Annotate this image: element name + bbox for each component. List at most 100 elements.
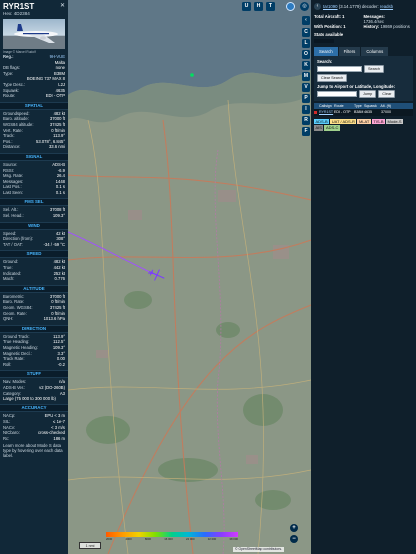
wind-label[interactable]: TAT / OAT: xyxy=(3,242,23,248)
section-spatial-header[interactable]: SPATIAL xyxy=(0,101,68,110)
search-label: Search: xyxy=(317,59,333,64)
map-button-l[interactable]: L xyxy=(302,39,310,48)
tar1090-link[interactable]: tar1090 xyxy=(323,4,338,9)
legend-uat-ads-r[interactable]: UAT / ADS-R xyxy=(330,118,357,124)
aircraft-icon[interactable] xyxy=(148,266,166,284)
legend-mlat[interactable]: MLAT xyxy=(357,118,371,124)
section-fms-header[interactable]: FMS SEL xyxy=(0,198,68,207)
legend-mode-s[interactable]: Mode-S xyxy=(386,118,404,124)
map-button-v[interactable]: V xyxy=(302,83,310,92)
altitude-tick: 32 000 xyxy=(207,537,217,541)
speed-row: Mach: 0.776 xyxy=(0,276,68,282)
legend-ads-b[interactable]: ADS-B xyxy=(314,118,330,124)
section-direction-rows: Ground Track: 113.9° True Heading: 112.5° Ma… xyxy=(0,334,68,368)
tab-search[interactable]: Search xyxy=(314,47,339,56)
direction-row: Roll: -0.2 xyxy=(0,362,68,368)
map-button-k[interactable]: K xyxy=(302,61,310,70)
clear-jump-button[interactable]: Clear xyxy=(378,90,396,98)
map-button-o[interactable]: O xyxy=(302,50,310,59)
collapse-arrow-icon[interactable]: ‹ xyxy=(302,16,310,25)
signal-row: Last Seen: 0.1 s xyxy=(0,190,68,196)
layers-icon[interactable]: ◎ xyxy=(300,2,309,11)
map-button-m[interactable]: M xyxy=(302,72,310,81)
accuracy-label[interactable]: Rc: xyxy=(3,436,9,442)
zoom-in-button[interactable]: + xyxy=(290,524,298,532)
map-button-u[interactable]: U xyxy=(242,2,251,11)
stats-graph[interactable] xyxy=(314,39,334,43)
total-aircraft: Total Aircraft: 1 xyxy=(314,14,364,24)
aircraft-header: RYR1ST Hex: 4D2384 xyxy=(0,0,68,17)
signal-label[interactable]: Last Seen: xyxy=(3,190,23,196)
zoom-out-button[interactable]: − xyxy=(290,535,298,543)
section-stuff-rows: Nav. Modes: n/a ADS-B Ver.: v2 (DO-260B) Cat… xyxy=(0,379,68,396)
history-label: History: xyxy=(363,24,380,29)
accuracy-value: 186 m xyxy=(53,435,65,441)
close-icon[interactable]: ✕ xyxy=(60,2,65,9)
section-signal-header[interactable]: SIGNAL xyxy=(0,152,68,161)
legend-tis-b[interactable]: TIS-B xyxy=(371,118,386,124)
altitude-row: QNH: 1013.6 hPa xyxy=(0,316,68,322)
map-view[interactable]: AJ U H T ◎ ‹ CLOKMVPIRF 2000 4000 8000 16 0… xyxy=(68,0,311,554)
map-button-c[interactable]: C xyxy=(302,28,310,37)
aircraft-table: Callsign Route Type Squawk Alt. (ft) RYR… xyxy=(314,103,413,116)
direction-label[interactable]: Roll: xyxy=(3,362,11,368)
altitude-tick: 4000 xyxy=(125,537,132,541)
table-row[interactable]: RYR1ST EDI - OTP B38M 4635 37000 xyxy=(314,109,413,116)
settings-icon[interactable] xyxy=(286,2,295,11)
row-type: B38M xyxy=(354,110,364,114)
tab-filters[interactable]: Filters xyxy=(338,47,362,56)
reg-label: Reg.: xyxy=(3,54,14,59)
row-callsign[interactable]: RYR1ST xyxy=(319,109,334,116)
total-aircraft-value: 1 xyxy=(342,14,345,19)
jump-input[interactable] xyxy=(317,91,357,97)
route-value: EDI - OTP xyxy=(45,93,65,99)
legend-ads-c[interactable]: ADS-C xyxy=(324,125,340,131)
aircraft-photo[interactable] xyxy=(3,19,65,49)
altitude-scale-ticks: 2000 4000 8000 16 000 24 000 32 000 38 000 xyxy=(106,537,238,541)
section-stuff-header[interactable]: STUFF xyxy=(0,370,68,379)
stats-available-link[interactable]: Stats available xyxy=(311,29,416,37)
with-position-label: With Position: xyxy=(314,24,343,29)
history-value: 19869 positions xyxy=(380,24,410,29)
messages: Messages: 1736.4/sec xyxy=(364,14,414,24)
section-speed-header[interactable]: SPEED xyxy=(0,250,68,259)
map-button-f[interactable]: F xyxy=(302,127,310,136)
fms-label[interactable]: Sel. Head.: xyxy=(3,213,24,219)
map-button-h[interactable]: H xyxy=(254,2,263,11)
direction-value: -0.2 xyxy=(57,361,65,367)
callsign-title: RYR1ST xyxy=(3,2,35,11)
clear-search-button[interactable]: Clear Search xyxy=(317,74,348,82)
search-input[interactable] xyxy=(317,66,362,72)
speed-label[interactable]: Mach: xyxy=(3,276,14,282)
altitude-value: 1013.6 hPa xyxy=(43,316,65,322)
decoder-link[interactable]: readsb xyxy=(380,4,393,9)
map-button-t[interactable]: T xyxy=(266,2,275,11)
version-row: ‹ tar1090 (3.14.1779) decoder: readsb xyxy=(311,0,416,10)
map-button-r[interactable]: R xyxy=(302,116,310,125)
jump-label: Jump to Airport or Latitude, Longitude: xyxy=(317,84,396,89)
map-attribution[interactable]: © OpenStreetMap contributors. xyxy=(233,547,284,552)
section-spatial-rows: Groundspeed: 482 kt Baro. altitude: 37000 f… xyxy=(0,111,68,150)
search-button[interactable]: Search xyxy=(364,65,385,73)
route-label: Route: xyxy=(3,93,16,99)
fms-value: 109.3° xyxy=(52,213,65,219)
map-tiles[interactable] xyxy=(68,0,311,554)
tab-columns[interactable]: Columns xyxy=(361,47,390,56)
section-direction-header[interactable]: DIRECTION xyxy=(0,324,68,333)
altitude-label[interactable]: QNH: xyxy=(3,316,13,322)
back-arrow-icon[interactable]: ‹ xyxy=(314,3,321,10)
total-aircraft-label: Total Aircraft: xyxy=(314,14,341,19)
section-wind-header[interactable]: WIND xyxy=(0,221,68,230)
legend-ais[interactable]: AIS xyxy=(314,125,324,131)
section-altitude-header[interactable]: ALTITUDE xyxy=(0,284,68,293)
spatial-label[interactable]: Distance: xyxy=(3,144,20,150)
map-button-i[interactable]: I xyxy=(302,105,310,114)
hex-value: 4D2384 xyxy=(13,11,30,16)
jump-button[interactable]: Jump xyxy=(359,90,377,98)
map-button-p[interactable]: P xyxy=(302,94,310,103)
stuff-value: A3 xyxy=(59,390,65,396)
section-accuracy-rows: NACp: EPU < 3 m SIL: ≤ 1e-7 NACv: < 3 m/s NICb… xyxy=(0,413,68,441)
row-route: EDI - OTP xyxy=(334,110,351,114)
section-accuracy-header[interactable]: ACCURACY xyxy=(0,404,68,413)
stats-grid: Total Aircraft: 1 Messages: 1736.4/sec Wi… xyxy=(311,10,416,29)
